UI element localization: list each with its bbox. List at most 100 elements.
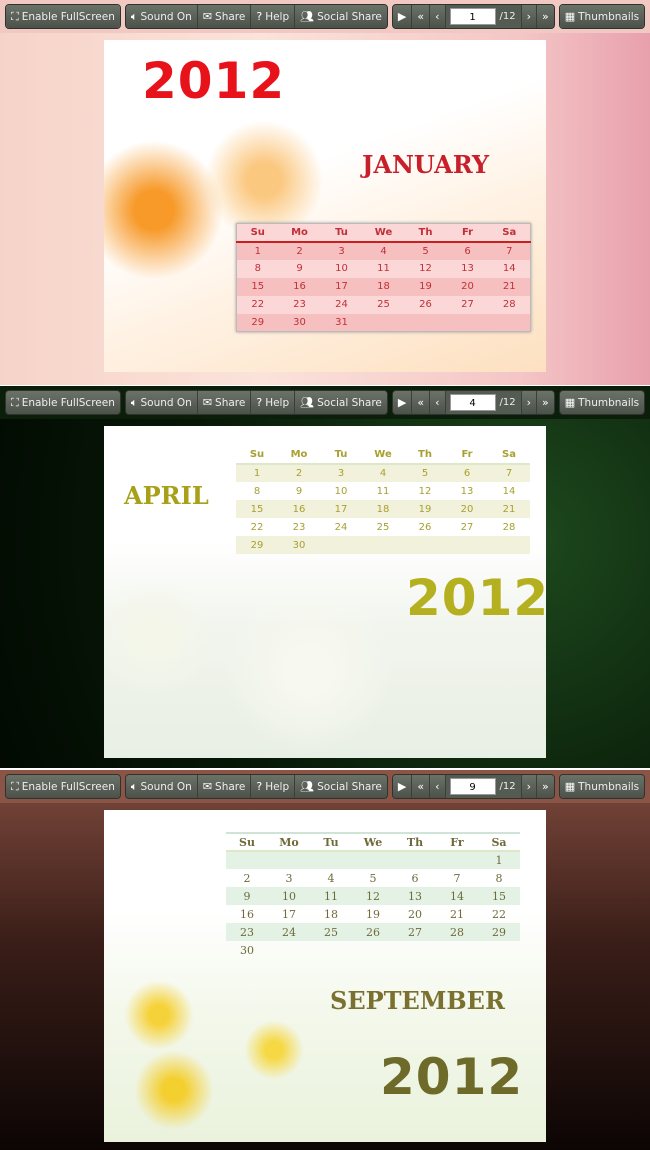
autoplay-button[interactable]: ▶ [392,775,413,798]
day-cell[interactable]: 23 [278,518,320,536]
day-cell[interactable]: 20 [447,278,489,296]
next-page-button[interactable]: › [521,5,537,28]
day-cell[interactable]: 28 [489,296,531,314]
day-cell[interactable]: 7 [488,464,530,482]
day-cell[interactable]: 16 [279,278,321,296]
day-cell[interactable]: 14 [436,887,478,905]
day-cell[interactable]: 11 [310,887,352,905]
day-cell[interactable]: 10 [321,260,363,278]
help-button[interactable]: ? Help [251,775,296,798]
day-cell[interactable]: 8 [237,260,279,278]
calendar-page[interactable]: 2012 SEPTEMBER Su Mo Tu We Th Fr Sa 1 2 3 4 5 6 7 8 9 10 11… [104,810,546,1142]
sound-button[interactable]: 🔈︎ Sound On [125,5,198,28]
prev-page-button[interactable]: ‹ [430,5,446,28]
last-page-button[interactable]: » [537,391,554,414]
day-cell[interactable]: 20 [394,905,436,923]
day-cell[interactable]: 19 [352,905,394,923]
day-cell[interactable]: 27 [394,923,436,941]
day-cell[interactable]: 14 [488,482,530,500]
first-page-button[interactable]: « [412,391,431,414]
day-cell[interactable]: 5 [352,869,394,887]
day-cell[interactable]: 27 [446,518,488,536]
thumbnails-button[interactable]: ▦ Thumbnails [559,391,645,414]
day-cell[interactable]: 20 [446,500,488,518]
day-cell[interactable]: 5 [405,242,447,260]
day-cell[interactable]: 25 [310,923,352,941]
day-cell[interactable]: 18 [363,278,405,296]
day-cell[interactable]: 22 [236,518,278,536]
day-cell[interactable]: 24 [320,518,362,536]
day-cell[interactable]: 3 [268,869,310,887]
day-cell[interactable]: 24 [268,923,310,941]
day-cell[interactable]: 12 [352,887,394,905]
day-cell[interactable]: 21 [489,278,531,296]
day-cell[interactable]: 18 [362,500,404,518]
day-cell[interactable]: 15 [237,278,279,296]
share-button[interactable]: ✉ Share [197,5,252,28]
day-cell[interactable]: 13 [446,482,488,500]
day-cell[interactable]: 23 [226,923,268,941]
help-button[interactable]: ? Help [251,391,296,414]
prev-page-button[interactable]: ‹ [430,391,446,414]
day-cell[interactable]: 18 [310,905,352,923]
page-number-input[interactable]: 9 [449,778,496,795]
day-cell[interactable]: 28 [436,923,478,941]
day-cell[interactable]: 30 [278,536,320,554]
day-cell[interactable]: 4 [363,242,405,260]
day-cell[interactable]: 8 [236,482,278,500]
first-page-button[interactable]: « [412,775,431,798]
day-cell[interactable]: 15 [478,887,520,905]
day-cell[interactable]: 9 [279,260,321,278]
day-cell[interactable]: 9 [278,482,320,500]
autoplay-button[interactable]: ▶ [392,5,413,28]
day-cell[interactable]: 26 [352,923,394,941]
day-cell[interactable]: 11 [362,482,404,500]
day-cell[interactable]: 26 [404,518,446,536]
day-cell[interactable]: 31 [321,314,363,332]
day-cell[interactable]: 22 [478,905,520,923]
thumbnails-button[interactable]: ▦ Thumbnails [559,775,645,798]
day-cell[interactable]: 13 [447,260,489,278]
day-cell[interactable]: 4 [310,869,352,887]
day-cell[interactable]: 30 [226,941,268,959]
day-cell[interactable]: 1 [236,464,278,482]
day-cell[interactable]: 5 [404,464,446,482]
day-cell[interactable]: 30 [279,314,321,332]
day-cell[interactable]: 29 [237,314,279,332]
day-cell[interactable]: 8 [478,869,520,887]
day-cell[interactable]: 4 [362,464,404,482]
day-cell[interactable]: 25 [362,518,404,536]
share-button[interactable]: ✉ Share [197,391,252,414]
fullscreen-button[interactable]: ⛶ Enable FullScreen [6,5,120,28]
day-cell[interactable]: 2 [226,869,268,887]
sound-button[interactable]: 🔈︎ Sound On [125,775,198,798]
day-cell[interactable]: 29 [236,536,278,554]
day-cell[interactable]: 17 [320,500,362,518]
day-cell[interactable]: 26 [405,296,447,314]
day-cell[interactable]: 3 [320,464,362,482]
day-cell[interactable]: 16 [278,500,320,518]
day-cell[interactable]: 11 [363,260,405,278]
calendar-page[interactable]: 2012 JANUARY Su Mo Tu We Th Fr Sa 1 2 3 4 5 6 7 8 9 10 11 12… [104,40,546,372]
day-cell[interactable]: 2 [279,242,321,260]
day-cell[interactable]: 10 [320,482,362,500]
day-cell[interactable]: 9 [226,887,268,905]
day-cell[interactable]: 6 [447,242,489,260]
last-page-button[interactable]: » [537,775,554,798]
day-cell[interactable]: 19 [404,500,446,518]
last-page-button[interactable]: » [537,5,554,28]
calendar-page[interactable]: 2012 APRIL Su Mo Tu We Th Fr Sa 1 2 3 4 5 6 7 8 9 10 11 12 13… [104,426,546,758]
page-number-input[interactable]: 1 [449,8,496,25]
day-cell[interactable]: 17 [321,278,363,296]
day-cell[interactable]: 22 [237,296,279,314]
next-page-button[interactable]: › [521,775,537,798]
day-cell[interactable]: 21 [488,500,530,518]
day-cell[interactable]: 1 [237,242,279,260]
day-cell[interactable]: 12 [404,482,446,500]
fullscreen-button[interactable]: ⛶ Enable FullScreen [6,391,120,414]
page-number-input[interactable]: 4 [449,394,496,411]
day-cell[interactable]: 29 [478,923,520,941]
social-share-button[interactable]: 👥︎ Social Share [295,5,387,28]
day-cell[interactable]: 16 [226,905,268,923]
next-page-button[interactable]: › [521,391,537,414]
